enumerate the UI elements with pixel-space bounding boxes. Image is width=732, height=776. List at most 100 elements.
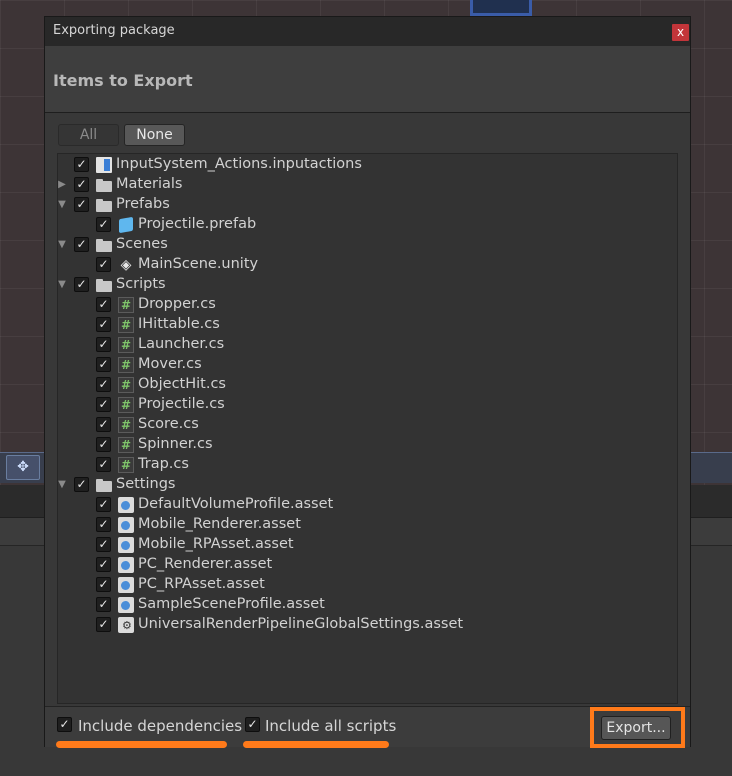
tree-item-label: Materials — [116, 176, 183, 192]
tree-item[interactable]: ▼ ✓ Scripts — [58, 275, 673, 295]
asset-icon — [118, 597, 134, 613]
tree-item[interactable]: ▶ ✓ Materials — [58, 175, 673, 195]
tree-item-label: SampleSceneProfile.asset — [138, 596, 325, 612]
tree-item-label: Prefabs — [116, 196, 170, 212]
item-checkbox[interactable]: ✓ — [96, 217, 111, 232]
folder-icon — [96, 237, 112, 253]
tree-item-label: Dropper.cs — [138, 296, 216, 312]
item-checkbox[interactable]: ✓ — [96, 257, 111, 272]
dialog-titlebar[interactable]: Exporting package x — [45, 17, 690, 46]
tree-item[interactable]: ✓ PC_RPAsset.asset — [58, 575, 673, 595]
item-checkbox[interactable]: ✓ — [74, 477, 89, 492]
tree-item[interactable]: ✓ ◈ MainScene.unity — [58, 255, 673, 275]
csharp-script-icon: # — [118, 297, 134, 313]
tree-item[interactable]: ▼ ✓ Settings — [58, 475, 673, 495]
select-all-button[interactable]: All — [58, 124, 119, 146]
item-checkbox[interactable]: ✓ — [74, 277, 89, 292]
tree-item-label: Mover.cs — [138, 356, 202, 372]
tree-item[interactable]: ✓ UniversalRenderPipelineGlobalSettings.a… — [58, 615, 673, 635]
tree-item[interactable]: ✓ # IHittable.cs — [58, 315, 673, 335]
tree-item[interactable]: ✓ Mobile_Renderer.asset — [58, 515, 673, 535]
item-checkbox[interactable]: ✓ — [96, 317, 111, 332]
include-dependencies-checkbox[interactable]: ✓ — [57, 717, 72, 732]
item-checkbox[interactable]: ✓ — [96, 497, 111, 512]
tree-item-label: Scenes — [116, 236, 168, 252]
asset-icon — [118, 577, 134, 593]
tree-item[interactable]: ✓ # Launcher.cs — [58, 335, 673, 355]
foldout-expanded-icon[interactable]: ▼ — [56, 479, 68, 491]
item-checkbox[interactable]: ✓ — [96, 597, 111, 612]
include-dependencies-underline — [56, 741, 227, 748]
tree-item-label: MainScene.unity — [138, 256, 259, 272]
foldout-collapsed-icon[interactable]: ▶ — [56, 179, 68, 191]
prefab-icon — [118, 217, 134, 233]
include-all-scripts-label: Include all scripts — [265, 717, 397, 735]
tree-item[interactable]: ✓ InputSystem_Actions.inputactions — [58, 155, 673, 175]
item-checkbox[interactable]: ✓ — [96, 297, 111, 312]
foldout-expanded-icon[interactable]: ▼ — [56, 279, 68, 291]
tree-item[interactable]: ▼ ✓ Scenes — [58, 235, 673, 255]
tree-item[interactable]: ✓ DefaultVolumeProfile.asset — [58, 495, 673, 515]
tree-item[interactable]: ✓ PC_Renderer.asset — [58, 555, 673, 575]
tree-item[interactable]: ✓ # Dropper.cs — [58, 295, 673, 315]
tree-item[interactable]: ✓ SampleSceneProfile.asset — [58, 595, 673, 615]
item-checkbox[interactable]: ✓ — [96, 417, 111, 432]
move-tool-icon[interactable]: ✥ — [6, 455, 40, 480]
item-checkbox[interactable]: ✓ — [96, 377, 111, 392]
tree-item[interactable]: ✓ # Spinner.cs — [58, 435, 673, 455]
csharp-script-icon: # — [118, 397, 134, 413]
item-checkbox[interactable]: ✓ — [96, 517, 111, 532]
asset-icon — [118, 537, 134, 553]
close-button[interactable]: x — [672, 24, 689, 41]
scene-object — [470, 0, 532, 16]
tree-item-label: PC_RPAsset.asset — [138, 576, 265, 592]
item-checkbox[interactable]: ✓ — [74, 177, 89, 192]
item-checkbox[interactable]: ✓ — [96, 557, 111, 572]
item-checkbox[interactable]: ✓ — [96, 577, 111, 592]
tree-item[interactable]: ✓ # Trap.cs — [58, 455, 673, 475]
tree-item-label: ObjectHit.cs — [138, 376, 226, 392]
item-checkbox[interactable]: ✓ — [74, 157, 89, 172]
tree-item-label: UniversalRenderPipelineGlobalSettings.as… — [138, 616, 464, 632]
tree-item[interactable]: ✓ # Score.cs — [58, 415, 673, 435]
inputactions-icon — [96, 157, 112, 173]
item-checkbox[interactable]: ✓ — [96, 437, 111, 452]
tree-item[interactable]: ✓ Mobile_RPAsset.asset — [58, 535, 673, 555]
tree-item-label: Scripts — [116, 276, 166, 292]
csharp-script-icon: # — [118, 377, 134, 393]
item-checkbox[interactable]: ✓ — [96, 397, 111, 412]
dialog-header: Items to Export — [45, 46, 690, 113]
tree-item-label: Launcher.cs — [138, 336, 225, 352]
foldout-expanded-icon[interactable]: ▼ — [56, 199, 68, 211]
settings-asset-icon — [118, 617, 134, 633]
include-all-scripts-checkbox[interactable]: ✓ — [245, 717, 260, 732]
tree-item-label: Mobile_Renderer.asset — [138, 516, 301, 532]
select-none-button[interactable]: None — [124, 124, 185, 146]
items-to-export-heading: Items to Export — [53, 71, 193, 90]
tree-item[interactable]: ✓ # ObjectHit.cs — [58, 375, 673, 395]
foldout-expanded-icon[interactable]: ▼ — [56, 239, 68, 251]
item-checkbox[interactable]: ✓ — [74, 237, 89, 252]
tree-item-label: PC_Renderer.asset — [138, 556, 273, 572]
include-all-scripts-underline — [243, 741, 389, 748]
csharp-script-icon: # — [118, 457, 134, 473]
item-checkbox[interactable]: ✓ — [74, 197, 89, 212]
tree-item[interactable]: ✓ # Mover.cs — [58, 355, 673, 375]
item-checkbox[interactable]: ✓ — [96, 457, 111, 472]
csharp-script-icon: # — [118, 417, 134, 433]
folder-icon — [96, 277, 112, 293]
tree-item-label: Projectile.cs — [138, 396, 225, 412]
tree-item-label: IHittable.cs — [138, 316, 220, 332]
item-checkbox[interactable]: ✓ — [96, 337, 111, 352]
item-checkbox[interactable]: ✓ — [96, 357, 111, 372]
tree-item[interactable]: ▼ ✓ Prefabs — [58, 195, 673, 215]
tree-item-label: Trap.cs — [138, 456, 189, 472]
tree-item-label: Settings — [116, 476, 176, 492]
asset-icon — [118, 557, 134, 573]
item-checkbox[interactable]: ✓ — [96, 537, 111, 552]
tree-item[interactable]: ✓ # Projectile.cs — [58, 395, 673, 415]
item-checkbox[interactable]: ✓ — [96, 617, 111, 632]
export-tree: ✓ InputSystem_Actions.inputactions ▶ ✓ Mater… — [57, 153, 678, 704]
csharp-script-icon: # — [118, 437, 134, 453]
tree-item[interactable]: ✓ Projectile.prefab — [58, 215, 673, 235]
